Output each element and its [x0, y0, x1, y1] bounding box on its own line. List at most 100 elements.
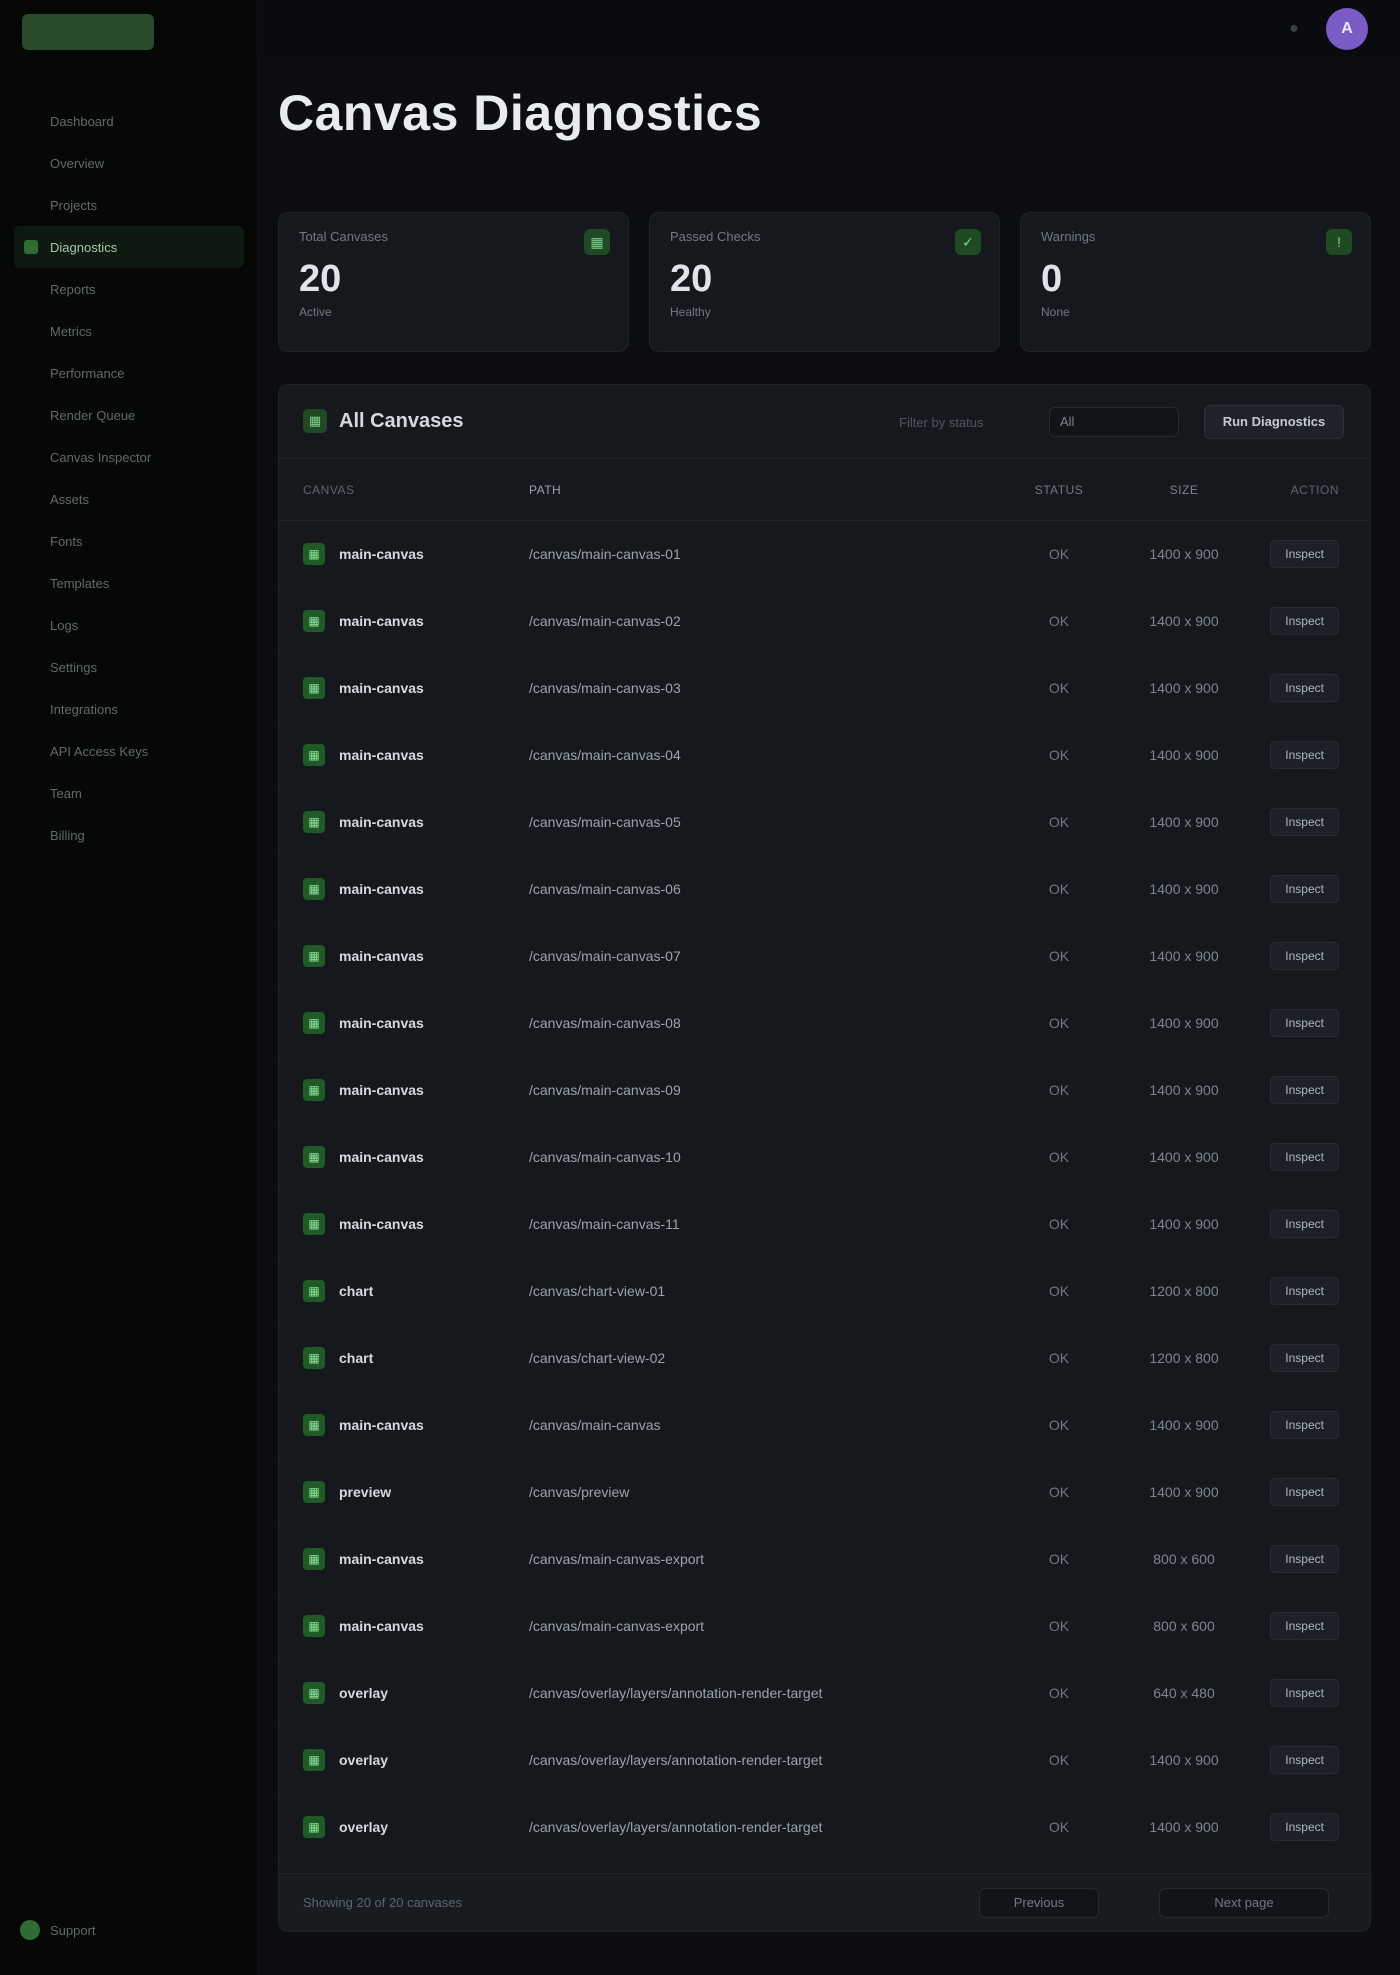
inspect-button[interactable]: Inspect: [1270, 1143, 1339, 1171]
canvas-name[interactable]: main-canvas: [339, 1015, 424, 1031]
cell-size: 1400 x 900: [1149, 1082, 1219, 1098]
bell-icon[interactable]: ●: [1283, 18, 1305, 40]
inspect-button[interactable]: Inspect: [1270, 1478, 1339, 1506]
table-row[interactable]: ▦ chart/canvas/chart-view-02 OK 1200 x 800 I…: [279, 1325, 1370, 1392]
canvas-name[interactable]: main-canvas: [339, 814, 424, 830]
sidebar-item[interactable]: Templates: [14, 562, 244, 604]
status-filter-select[interactable]: All: [1049, 407, 1179, 437]
canvas-name[interactable]: preview: [339, 1484, 391, 1500]
table-row[interactable]: ▦ main-canvas/canvas/main-canvas OK 1400 x …: [279, 1392, 1370, 1459]
table-row[interactable]: ▦ main-canvas/canvas/main-canvas-03 OK 1400…: [279, 655, 1370, 722]
sidebar-item[interactable]: Dashboard: [14, 100, 244, 142]
sidebar-item[interactable]: Fonts: [14, 520, 244, 562]
avatar[interactable]: A: [1326, 8, 1368, 50]
sidebar-item[interactable]: Render Queue: [14, 394, 244, 436]
table-row[interactable]: ▦ main-canvas/canvas/main-canvas-07 OK 1400…: [279, 923, 1370, 990]
table-row[interactable]: ▦ preview/canvas/preview OK 1400 x 900 Inspe…: [279, 1459, 1370, 1526]
canvas-name[interactable]: main-canvas: [339, 747, 424, 763]
inspect-button[interactable]: Inspect: [1270, 540, 1339, 568]
sidebar-item-label: Overview: [50, 155, 105, 171]
canvas-name[interactable]: main-canvas: [339, 881, 424, 897]
table-row[interactable]: ▦ main-canvas/canvas/main-canvas-export OK…: [279, 1526, 1370, 1593]
table-row[interactable]: ▦ main-canvas/canvas/main-canvas-export OK…: [279, 1593, 1370, 1660]
sidebar-item[interactable]: Diagnostics: [14, 226, 244, 268]
sidebar-item[interactable]: Overview: [14, 142, 244, 184]
app-logo[interactable]: [22, 14, 154, 50]
sidebar-item[interactable]: Team: [14, 772, 244, 814]
inspect-button[interactable]: Inspect: [1270, 1679, 1339, 1707]
sidebar-item[interactable]: Logs: [14, 604, 244, 646]
cell-status: OK: [1048, 1752, 1070, 1768]
inspect-button[interactable]: Inspect: [1270, 1277, 1339, 1305]
inspect-button[interactable]: Inspect: [1270, 942, 1339, 970]
previous-page-button[interactable]: Previous: [979, 1888, 1099, 1918]
sidebar-item[interactable]: API Access Keys: [14, 730, 244, 772]
table-row[interactable]: ▦ main-canvas/canvas/main-canvas-09 OK 1400…: [279, 1057, 1370, 1124]
next-page-button[interactable]: Next page: [1159, 1888, 1329, 1918]
inspect-button[interactable]: Inspect: [1270, 1411, 1339, 1439]
table-row[interactable]: ▦ main-canvas/canvas/main-canvas-11 OK 1400…: [279, 1191, 1370, 1258]
cell-path: /canvas/overlay/layers/annotation-render…: [529, 1752, 823, 1768]
table-footer: Showing 20 of 20 canvases Previous Next …: [279, 1873, 1370, 1931]
inspect-button[interactable]: Inspect: [1270, 674, 1339, 702]
sidebar-item[interactable]: Assets: [14, 478, 244, 520]
inspect-button[interactable]: Inspect: [1270, 1746, 1339, 1774]
sidebar-item[interactable]: Projects: [14, 184, 244, 226]
canvas-name[interactable]: main-canvas: [339, 546, 424, 562]
cell-size: 1400 x 900: [1149, 814, 1219, 830]
table-row[interactable]: ▦ main-canvas/canvas/main-canvas-06 OK 1400…: [279, 856, 1370, 923]
table-row[interactable]: ▦ overlay/canvas/overlay/layers/annotatio…: [279, 1660, 1370, 1727]
canvas-name[interactable]: main-canvas: [339, 1082, 424, 1098]
table-row[interactable]: ▦ chart/canvas/chart-view-01 OK 1200 x 800 I…: [279, 1258, 1370, 1325]
canvas-name[interactable]: overlay: [339, 1752, 388, 1768]
canvas-name[interactable]: chart: [339, 1350, 373, 1366]
table-row[interactable]: ▦ overlay/canvas/overlay/layers/annotatio…: [279, 1727, 1370, 1794]
table-row[interactable]: ▦ main-canvas/canvas/main-canvas-05 OK 1400…: [279, 789, 1370, 856]
sidebar-footer[interactable]: Support: [20, 1920, 96, 1940]
table-row[interactable]: ▦ overlay/canvas/overlay/layers/annotatio…: [279, 1794, 1370, 1861]
canvas-name[interactable]: main-canvas: [339, 1551, 424, 1567]
canvas-name[interactable]: main-canvas: [339, 1618, 424, 1634]
canvas-name[interactable]: overlay: [339, 1819, 388, 1835]
run-diagnostics-button[interactable]: Run Diagnostics: [1204, 405, 1344, 439]
column-header-path[interactable]: Path: [529, 483, 999, 497]
inspect-button[interactable]: Inspect: [1270, 808, 1339, 836]
sidebar-item[interactable]: Billing: [14, 814, 244, 856]
inspect-button[interactable]: Inspect: [1270, 1813, 1339, 1841]
table-row[interactable]: ▦ main-canvas/canvas/main-canvas-01 OK 1400…: [279, 521, 1370, 588]
cell-canvas: ▦ main-canvas: [279, 945, 529, 967]
inspect-button[interactable]: Inspect: [1270, 607, 1339, 635]
canvas-name[interactable]: main-canvas: [339, 613, 424, 629]
sidebar-item[interactable]: Canvas Inspector: [14, 436, 244, 478]
table-row[interactable]: ▦ main-canvas/canvas/main-canvas-02 OK 1400…: [279, 588, 1370, 655]
inspect-button[interactable]: Inspect: [1270, 1344, 1339, 1372]
inspect-button[interactable]: Inspect: [1270, 1545, 1339, 1573]
sidebar-item[interactable]: Integrations: [14, 688, 244, 730]
sidebar-item[interactable]: Reports: [14, 268, 244, 310]
cell-action: Inspect: [1249, 674, 1369, 702]
sidebar-item[interactable]: Metrics: [14, 310, 244, 352]
sidebar-item-label: Assets: [50, 491, 90, 507]
inspect-button[interactable]: Inspect: [1270, 1612, 1339, 1640]
table-row[interactable]: ▦ main-canvas/canvas/main-canvas-10 OK 1400…: [279, 1124, 1370, 1191]
table-row[interactable]: ▦ main-canvas/canvas/main-canvas-08 OK 1400…: [279, 990, 1370, 1057]
inspect-button[interactable]: Inspect: [1270, 1210, 1339, 1238]
canvas-name[interactable]: chart: [339, 1283, 373, 1299]
sidebar-item-label: Reports: [50, 281, 96, 297]
canvas-name[interactable]: main-canvas: [339, 1417, 424, 1433]
inspect-button[interactable]: Inspect: [1270, 1009, 1339, 1037]
column-header-status[interactable]: Status: [999, 483, 1119, 497]
canvas-name[interactable]: overlay: [339, 1685, 388, 1701]
sidebar-item[interactable]: Settings: [14, 646, 244, 688]
sidebar-item[interactable]: Performance: [14, 352, 244, 394]
canvas-name[interactable]: main-canvas: [339, 1216, 424, 1232]
canvas-name[interactable]: main-canvas: [339, 680, 424, 696]
inspect-button[interactable]: Inspect: [1270, 741, 1339, 769]
table-row[interactable]: ▦ main-canvas/canvas/main-canvas-04 OK 1400…: [279, 722, 1370, 789]
canvas-name[interactable]: main-canvas: [339, 948, 424, 964]
inspect-button[interactable]: Inspect: [1270, 1076, 1339, 1104]
canvas-name[interactable]: main-canvas: [339, 1149, 424, 1165]
column-header-size[interactable]: Size: [1119, 483, 1249, 497]
inspect-button[interactable]: Inspect: [1270, 875, 1339, 903]
column-header-canvas[interactable]: Canvas: [279, 483, 529, 497]
